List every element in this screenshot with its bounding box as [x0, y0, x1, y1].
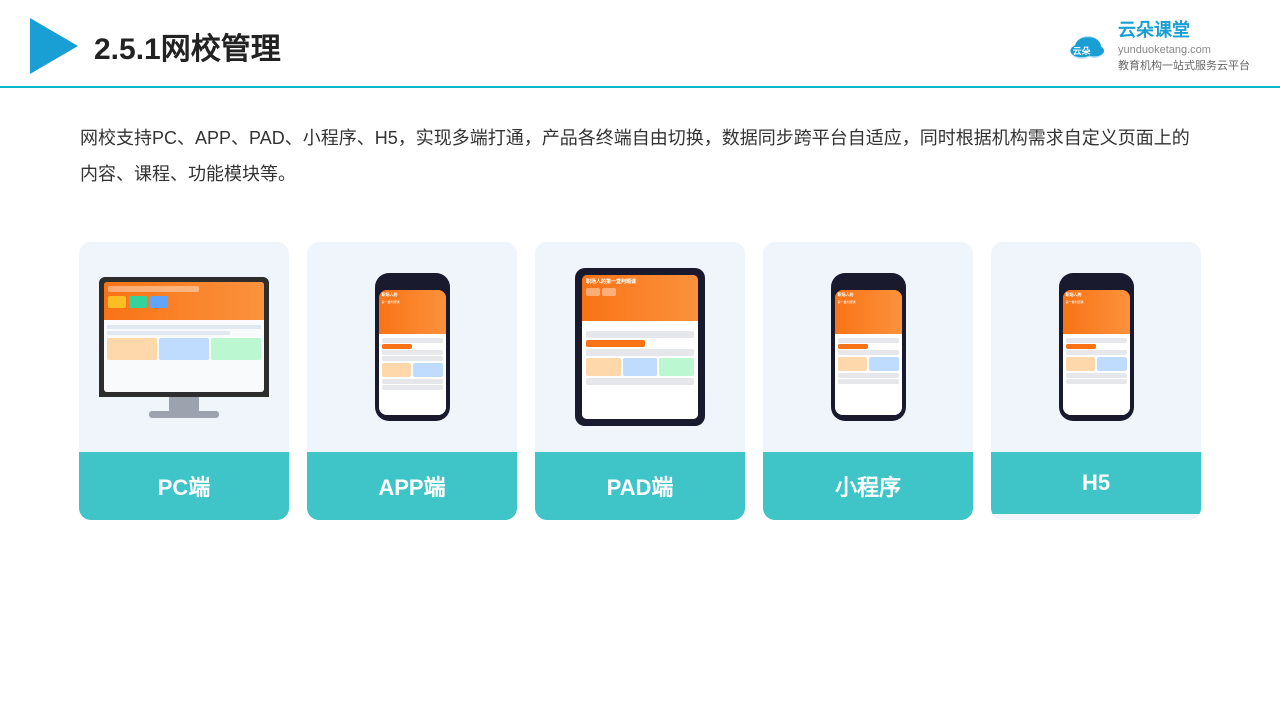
card-miniapp: 职场人的 第一堂判题课 — [763, 242, 973, 520]
brand-name: 云朵课堂 — [1118, 18, 1250, 43]
brand-tagline: 教育机构一站式服务云平台 — [1118, 59, 1250, 74]
card-pc-image — [79, 242, 289, 452]
card-miniapp-image: 职场人的 第一堂判题课 — [763, 242, 973, 452]
card-h5-image: 职场人的 第一堂判题课 — [991, 242, 1201, 452]
tablet-screen-content — [582, 325, 698, 419]
card-miniapp-label: 小程序 — [763, 452, 973, 520]
logo-triangle-icon — [30, 18, 78, 74]
brand-text: 云朵课堂 yunduoketang.com 教育机构一站式服务云平台 — [1118, 18, 1250, 74]
card-pc-label: PC端 — [79, 452, 289, 520]
tablet-screen: 职场人的第一堂判题课 — [582, 275, 698, 419]
app-phone-frame: 职场人的 第一堂判题课 — [375, 273, 450, 421]
monitor-frame — [99, 277, 269, 397]
header-left: 2.5.1网校管理 — [30, 18, 281, 74]
h5-phone-notch — [1085, 281, 1107, 286]
svg-text:云朵: 云朵 — [1073, 46, 1091, 56]
miniapp-phone-mockup: 职场人的 第一堂判题课 — [831, 273, 906, 421]
card-pad-label: PAD端 — [535, 452, 745, 520]
app-phone-screen: 职场人的 第一堂判题课 — [379, 290, 446, 415]
app-screen-content — [379, 334, 446, 415]
miniapp-phone-notch — [857, 281, 879, 286]
brand-logo: 云朵 云朵课堂 yunduoketang.com 教育机构一站式服务云平台 — [1064, 18, 1250, 74]
card-app-label: APP端 — [307, 452, 517, 520]
page-title: 2.5.1网校管理 — [94, 24, 281, 68]
app-phone-notch — [401, 281, 423, 286]
miniapp-phone-frame: 职场人的 第一堂判题课 — [831, 273, 906, 421]
card-pad: 职场人的第一堂判题课 — [535, 242, 745, 520]
h5-phone-screen: 职场人的 第一堂判题课 — [1063, 290, 1130, 415]
app-phone-mockup: 职场人的 第一堂判题课 — [375, 273, 450, 421]
brand-domain: yunduoketang.com — [1118, 43, 1250, 58]
header-right: 云朵 云朵课堂 yunduoketang.com 教育机构一站式服务云平台 — [1064, 18, 1250, 74]
tablet-mockup: 职场人的第一堂判题课 — [575, 268, 705, 426]
h5-screen-content — [1063, 334, 1130, 415]
card-pc: PC端 — [79, 242, 289, 520]
card-app-image: 职场人的 第一堂判题课 — [307, 242, 517, 452]
card-h5: 职场人的 第一堂判题课 — [991, 242, 1201, 520]
miniapp-screen-content — [835, 334, 902, 415]
miniapp-phone-screen: 职场人的 第一堂判题课 — [835, 290, 902, 415]
card-pad-image: 职场人的第一堂判题课 — [535, 242, 745, 452]
description-paragraph: 网校支持PC、APP、PAD、小程序、H5，实现多端打通，产品各终端自由切换，数… — [80, 120, 1200, 192]
cloud-logo-icon: 云朵 — [1064, 30, 1112, 62]
cards-container: PC端 职场人的 第一堂判题课 — [0, 222, 1280, 540]
header: 2.5.1网校管理 云朵 云朵课堂 yunduoketang.com 教育机构一… — [0, 0, 1280, 88]
monitor-stand — [169, 397, 199, 411]
h5-phone-mockup: 职场人的 第一堂判题课 — [1059, 273, 1134, 421]
h5-phone-frame: 职场人的 第一堂判题课 — [1059, 273, 1134, 421]
tablet-frame: 职场人的第一堂判题课 — [575, 268, 705, 426]
card-h5-label: H5 — [991, 452, 1201, 514]
pc-mockup — [99, 277, 269, 418]
description-text: 网校支持PC、APP、PAD、小程序、H5，实现多端打通，产品各终端自由切换，数… — [0, 88, 1280, 212]
card-app: 职场人的 第一堂判题课 — [307, 242, 517, 520]
monitor-base — [149, 411, 219, 418]
monitor-screen — [104, 282, 264, 392]
